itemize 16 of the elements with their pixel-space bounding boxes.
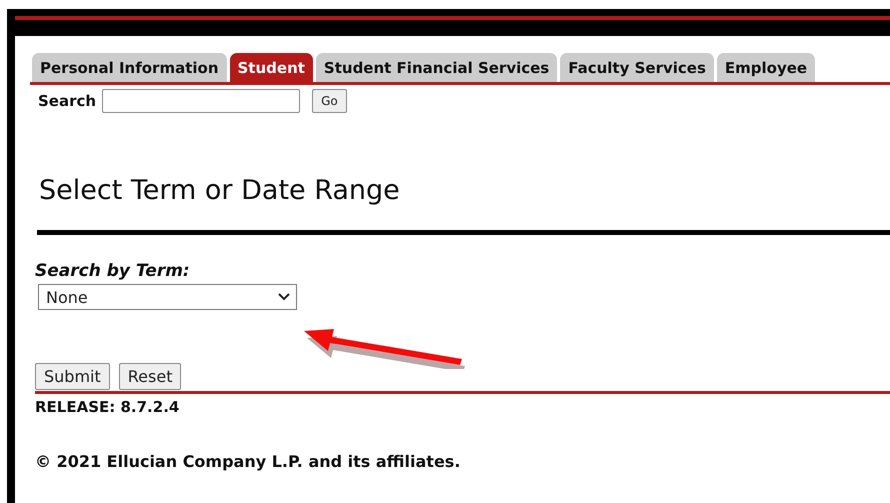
search-label: Search: [38, 92, 96, 110]
chevron-down-icon: [278, 293, 290, 301]
release-text: RELEASE: 8.7.2.4: [35, 398, 180, 416]
nav-tab[interactable]: Personal Information: [32, 53, 226, 82]
form-button[interactable]: Submit: [35, 363, 110, 390]
term-label: Search by Term:: [35, 261, 191, 281]
nav-tab[interactable]: Faculty Services: [560, 53, 714, 82]
search-field[interactable]: [102, 89, 300, 113]
copyright-text: © 2021 Ellucian Company L.P. and its affiliates.: [35, 452, 462, 471]
nav-tab[interactable]: Student Financial Services: [316, 53, 558, 82]
term-dropdown[interactable]: None: [38, 284, 297, 310]
nav-tab[interactable]: Student: [230, 53, 313, 82]
page-title: Select Term or Date Range: [39, 175, 401, 206]
form-button[interactable]: Reset: [118, 363, 182, 390]
nav-tab[interactable]: Employee: [716, 53, 816, 82]
go-button[interactable]: Go: [312, 89, 347, 113]
